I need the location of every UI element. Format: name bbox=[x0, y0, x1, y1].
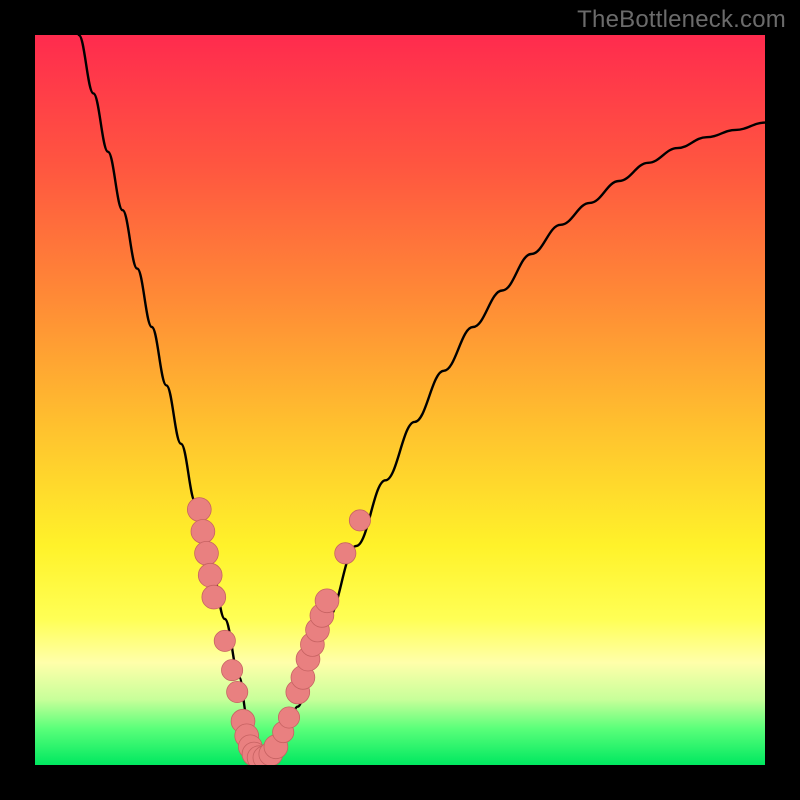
watermark-text: TheBottleneck.com bbox=[577, 6, 786, 34]
data-marker bbox=[191, 520, 215, 544]
data-marker bbox=[315, 589, 339, 613]
data-marker bbox=[195, 541, 219, 565]
data-marker bbox=[335, 543, 356, 564]
data-marker bbox=[278, 707, 299, 728]
data-marker bbox=[187, 498, 211, 522]
data-marker bbox=[198, 563, 222, 587]
data-marker bbox=[222, 660, 243, 681]
data-markers bbox=[187, 498, 370, 765]
data-marker bbox=[202, 585, 226, 609]
chart-svg bbox=[35, 35, 765, 765]
data-marker bbox=[349, 510, 370, 531]
chart-frame: TheBottleneck.com bbox=[0, 0, 800, 800]
bottleneck-curve bbox=[79, 35, 765, 758]
data-marker bbox=[214, 630, 235, 651]
plot-area bbox=[35, 35, 765, 765]
data-marker bbox=[227, 681, 248, 702]
